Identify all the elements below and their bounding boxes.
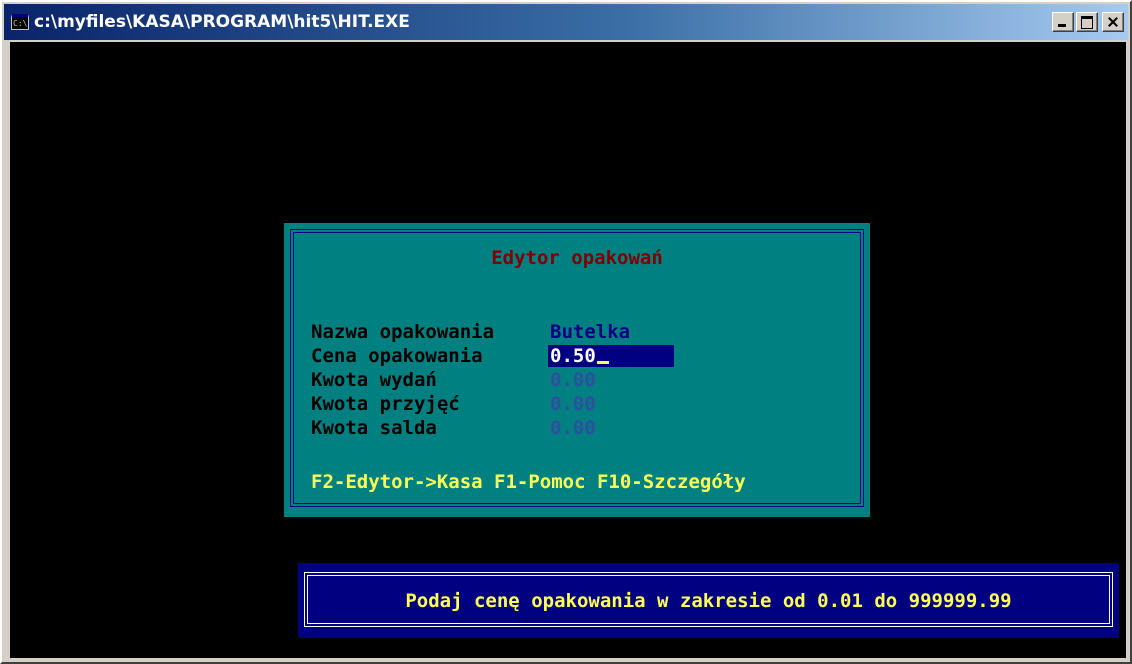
window-title: c:\myfiles\KASA\PROGRAM\hit5\HIT.EXE [34,12,410,32]
field-label-balance-amount: Kwota salda [311,417,437,439]
field-label-issued-amount: Kwota wydań [311,369,437,391]
field-value-issued-amount: 0.00 [550,369,596,391]
field-label-received-amount: Kwota przyjęć [311,393,460,415]
title-bar[interactable]: C:\ c:\myfiles\KASA\PROGRAM\hit5\HIT.EXE [4,4,1128,40]
field-label-package-name: Nazwa opakowania [311,321,495,343]
package-price-value: 0.50 [550,345,596,367]
close-button[interactable] [1102,12,1124,32]
minimize-button[interactable] [1052,12,1074,32]
field-value-received-amount: 0.00 [550,393,596,415]
dialog-border [290,229,864,507]
hotkey-bar: F2-Edytor->Kasa F1-Pomoc F10-Szczegóły [311,471,746,493]
console-window: C:\ c:\myfiles\KASA\PROGRAM\hit5\HIT.EXE… [0,0,1132,664]
console-icon[interactable]: C:\ [11,14,29,30]
field-label-package-price: Cena opakowania [311,345,483,367]
window-controls [1050,12,1124,32]
maximize-button[interactable] [1076,12,1098,32]
field-value-balance-amount: 0.00 [550,417,596,439]
console-area[interactable]: Edytor opakowań Nazwa opakowania Butelka… [10,42,1126,658]
package-editor-dialog: Edytor opakowań Nazwa opakowania Butelka… [284,223,870,517]
field-value-package-name: Butelka [550,321,631,343]
text-cursor [596,361,609,364]
status-message-box: Podaj cenę opakowania w zakresie od 0.01… [298,563,1119,638]
package-price-input[interactable]: 0.50 [548,345,674,367]
status-message: Podaj cenę opakowania w zakresie od 0.01… [405,590,1012,612]
dialog-title: Edytor opakowań [491,247,663,269]
